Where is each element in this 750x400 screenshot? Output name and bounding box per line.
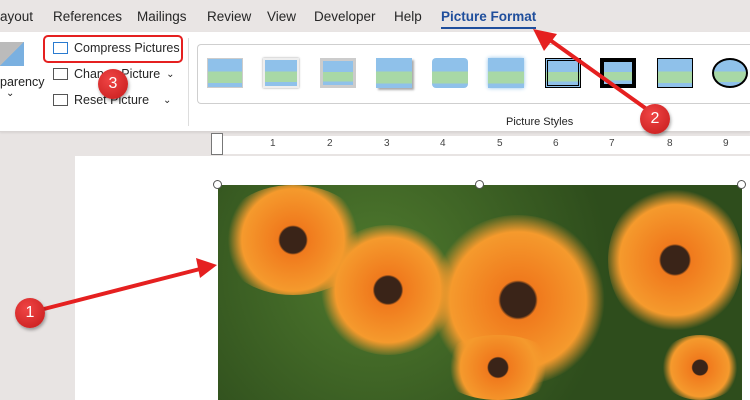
annotation-badge-2: 2 bbox=[640, 104, 670, 134]
tab-view[interactable]: View bbox=[267, 9, 296, 24]
chevron-down-icon: ⌄ bbox=[6, 88, 15, 99]
style-thumb[interactable] bbox=[263, 58, 299, 88]
ruler-number: 2 bbox=[327, 138, 333, 149]
highlight-box bbox=[43, 35, 183, 63]
style-thumb[interactable] bbox=[376, 58, 412, 88]
tab-developer[interactable]: Developer bbox=[314, 9, 376, 24]
style-thumb[interactable] bbox=[600, 58, 636, 88]
chevron-down-icon: ⌄ bbox=[166, 68, 175, 80]
flower-picture[interactable] bbox=[218, 185, 742, 400]
style-thumb[interactable] bbox=[545, 58, 581, 88]
ruler-number: 8 bbox=[667, 138, 673, 149]
ribbon-tabs: ayout References Mailings Review View De… bbox=[0, 0, 750, 32]
annotation-badge-1: 1 bbox=[15, 298, 45, 328]
annotation-badge-3: 3 bbox=[98, 69, 128, 99]
style-thumb[interactable] bbox=[432, 58, 468, 88]
change-picture-icon bbox=[53, 68, 68, 80]
style-thumb[interactable] bbox=[320, 58, 356, 88]
transparency-icon bbox=[0, 42, 24, 66]
tab-mailings[interactable]: Mailings bbox=[137, 9, 187, 24]
reset-picture-icon bbox=[53, 94, 68, 106]
resize-handle[interactable] bbox=[213, 180, 222, 189]
style-thumb[interactable] bbox=[488, 58, 524, 88]
ruler-number: 1 bbox=[270, 138, 276, 149]
ruler-number: 7 bbox=[609, 138, 615, 149]
transparency-button[interactable]: parency bbox=[0, 75, 44, 89]
tab-review[interactable]: Review bbox=[207, 9, 251, 24]
tab-help[interactable]: Help bbox=[394, 9, 422, 24]
ruler-number: 9 bbox=[723, 138, 729, 149]
style-thumb[interactable] bbox=[712, 58, 748, 88]
ruler[interactable] bbox=[0, 136, 750, 154]
indent-marker[interactable] bbox=[211, 133, 223, 155]
group-label-picture-styles: Picture Styles bbox=[506, 116, 574, 128]
ruler-number: 4 bbox=[440, 138, 446, 149]
resize-handle[interactable] bbox=[475, 180, 484, 189]
ruler-number: 5 bbox=[497, 138, 503, 149]
ruler-number: 3 bbox=[384, 138, 390, 149]
group-divider bbox=[188, 38, 189, 126]
tab-layout[interactable]: ayout bbox=[0, 9, 33, 24]
tab-references[interactable]: References bbox=[53, 9, 122, 24]
ruler-number: 6 bbox=[553, 138, 559, 149]
resize-handle[interactable] bbox=[737, 180, 746, 189]
chevron-down-icon: ⌄ bbox=[163, 94, 172, 106]
tab-picture-format[interactable]: Picture Format bbox=[441, 9, 537, 29]
style-thumb[interactable] bbox=[207, 58, 243, 88]
style-thumb[interactable] bbox=[657, 58, 693, 88]
